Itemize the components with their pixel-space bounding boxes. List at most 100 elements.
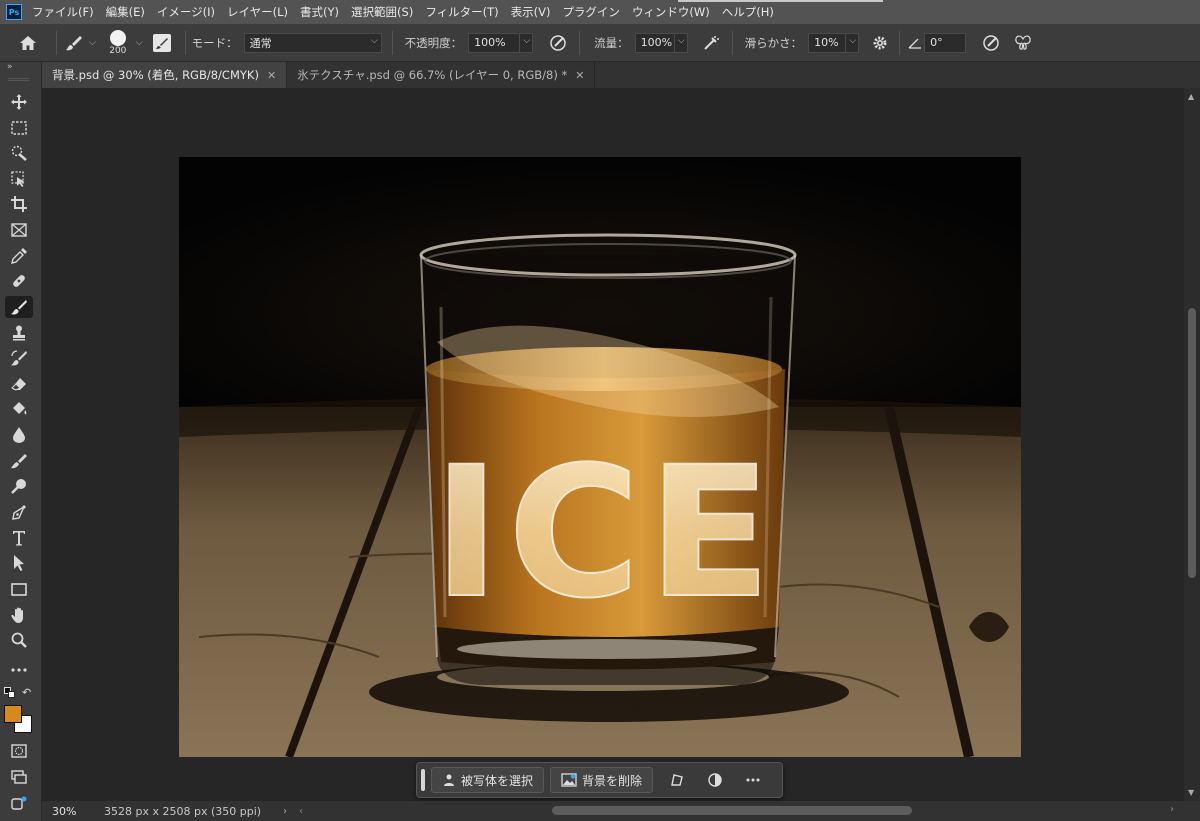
close-icon[interactable]: ✕ (575, 69, 584, 82)
smoothing-dropdown[interactable]: ⌵ (845, 32, 860, 53)
separator (391, 30, 393, 55)
healing-brush-tool-icon[interactable] (5, 270, 33, 292)
chevron-down-icon[interactable]: ⌵ (136, 38, 143, 48)
separator (899, 30, 901, 55)
pressure-opacity-icon[interactable] (545, 34, 571, 52)
menu-edit[interactable]: 編集(E) (106, 4, 145, 20)
menu-select[interactable]: 選択範囲(S) (351, 4, 413, 20)
default-colors-icon[interactable] (4, 687, 16, 699)
share-icon[interactable] (5, 792, 33, 814)
gear-icon[interactable] (867, 35, 893, 51)
contextual-task-bar: 被写体を選択 背景を削除 (416, 762, 783, 798)
ice-text: ICE (433, 429, 779, 638)
airbrush-icon[interactable] (698, 34, 724, 52)
brush-preset-icon[interactable] (63, 34, 85, 52)
smoothing-field[interactable]: 10% (808, 32, 847, 53)
panel-grip[interactable] (8, 78, 30, 81)
close-icon[interactable]: ✕ (267, 69, 276, 82)
adjustment-icon[interactable] (705, 773, 725, 787)
smoothing-value: 10% (814, 36, 839, 49)
quick-select-tool-icon[interactable] (5, 142, 33, 164)
flow-dropdown[interactable]: ⌵ (673, 32, 688, 53)
horizontal-scrollbar[interactable] (552, 806, 912, 815)
menu-bar: Ps ファイル(F) 編集(E) イメージ(I) レイヤー(L) 書式(Y) 選… (0, 0, 1200, 24)
more-tools-icon[interactable] (5, 659, 33, 681)
select-subject-label: 被写体を選択 (461, 773, 534, 788)
hand-tool-icon[interactable] (5, 604, 33, 626)
menu-image[interactable]: イメージ(I) (157, 4, 215, 20)
swap-colors-icon[interactable]: ↶ (22, 686, 31, 699)
path-select-tool-icon[interactable] (5, 552, 33, 574)
angle-field[interactable]: 0° (924, 32, 967, 53)
mode-select[interactable]: 通常 ⌵ (243, 32, 382, 53)
taskbar-grip[interactable] (421, 769, 425, 791)
clone-stamp-tool-icon[interactable] (5, 322, 33, 344)
menu-help[interactable]: ヘルプ(H) (722, 4, 774, 20)
menu-file[interactable]: ファイル(F) (32, 4, 94, 20)
document-canvas[interactable]: ICE (179, 157, 1021, 757)
opacity-dropdown[interactable]: ⌵ (519, 32, 534, 53)
status-menu-arrow-icon[interactable]: › (283, 806, 287, 817)
pen-tool-icon[interactable] (5, 501, 33, 523)
smoothing-label: 滑らかさ： (744, 35, 803, 50)
brush-settings-panel-icon[interactable] (151, 32, 173, 54)
crop-tool-icon[interactable] (5, 193, 33, 215)
dodge-tool-icon[interactable] (5, 475, 33, 497)
title-accent-line (678, 0, 883, 2)
symmetry-butterfly-icon[interactable] (1010, 35, 1036, 51)
separator (56, 30, 57, 55)
scroll-thumb[interactable] (1188, 308, 1196, 578)
document-info[interactable]: 3528 px x 2508 px (350 ppi) (104, 805, 261, 818)
menu-view[interactable]: 表示(V) (511, 4, 551, 20)
pressure-size-icon[interactable] (978, 34, 1004, 52)
flow-field[interactable]: 100% (634, 32, 675, 53)
remove-background-button[interactable]: 背景を削除 (550, 767, 654, 793)
tab-background-psd[interactable]: 背景.psd @ 30% (着色, RGB/8/CMYK) ✕ (42, 62, 288, 88)
marquee-tool-icon[interactable] (5, 117, 33, 139)
rectangle-tool-icon[interactable] (5, 578, 33, 600)
zoom-level[interactable]: 30% (42, 805, 88, 818)
frame-tool-icon[interactable] (5, 219, 33, 241)
vertical-scrollbar[interactable]: ▲ ▼ (1184, 88, 1200, 801)
paint-bucket-tool-icon[interactable] (5, 398, 33, 420)
tab-label: 氷テクスチャ.psd @ 66.7% (レイヤー 0, RGB/8) * (297, 68, 568, 82)
type-tool-icon[interactable] (5, 527, 33, 549)
tab-ice-texture-psd[interactable]: 氷テクスチャ.psd @ 66.7% (レイヤー 0, RGB/8) * ✕ (287, 62, 596, 88)
opacity-field[interactable]: 100% (468, 32, 521, 53)
menu-filter[interactable]: フィルター(T) (425, 4, 498, 20)
zoom-tool-icon[interactable] (5, 629, 33, 651)
transform-icon[interactable] (667, 773, 687, 787)
separator (184, 30, 186, 55)
photoshop-logo: Ps (6, 4, 22, 20)
quick-mask-icon[interactable] (5, 740, 33, 762)
scroll-right-arrow[interactable]: › (1170, 804, 1174, 815)
menu-layer[interactable]: レイヤー(L) (227, 4, 288, 20)
chevron-down-icon[interactable]: ⌵ (89, 38, 96, 48)
home-icon[interactable] (14, 35, 42, 51)
select-subject-button[interactable]: 被写体を選択 (431, 767, 545, 793)
menu-type[interactable]: 書式(Y) (300, 4, 339, 20)
brush-size-picker[interactable]: 200 (104, 29, 132, 56)
collapse-panel-icon[interactable]: » (7, 62, 13, 72)
eraser-tool-icon[interactable] (5, 373, 33, 395)
chevron-down-icon: ⌵ (677, 35, 685, 46)
scroll-up-arrow[interactable]: ▲ (1188, 92, 1194, 101)
screen-mode-icon[interactable] (5, 766, 33, 788)
eyedropper-tool-icon[interactable] (5, 245, 33, 267)
scroll-down-arrow[interactable]: ▼ (1188, 788, 1194, 797)
remove-background-icon (561, 773, 577, 787)
history-brush-tool-icon[interactable] (5, 347, 33, 369)
more-options-icon[interactable] (743, 778, 763, 782)
menu-plugins[interactable]: プラグイン (562, 4, 620, 20)
brush-tip-icon (109, 29, 126, 46)
opacity-value: 100% (474, 36, 506, 49)
object-select-tool-icon[interactable] (5, 168, 33, 190)
smudge-tool-icon[interactable] (5, 450, 33, 472)
foreground-color-swatch[interactable] (4, 705, 22, 723)
move-tool-icon[interactable] (5, 91, 33, 113)
brush-tool-icon[interactable] (5, 296, 33, 318)
whiskey-glass-photo: ICE (179, 157, 1021, 757)
scroll-left-arrow[interactable]: ‹ (299, 806, 303, 817)
blur-tool-icon[interactable] (5, 424, 33, 446)
menu-window[interactable]: ウィンドウ(W) (632, 4, 710, 20)
